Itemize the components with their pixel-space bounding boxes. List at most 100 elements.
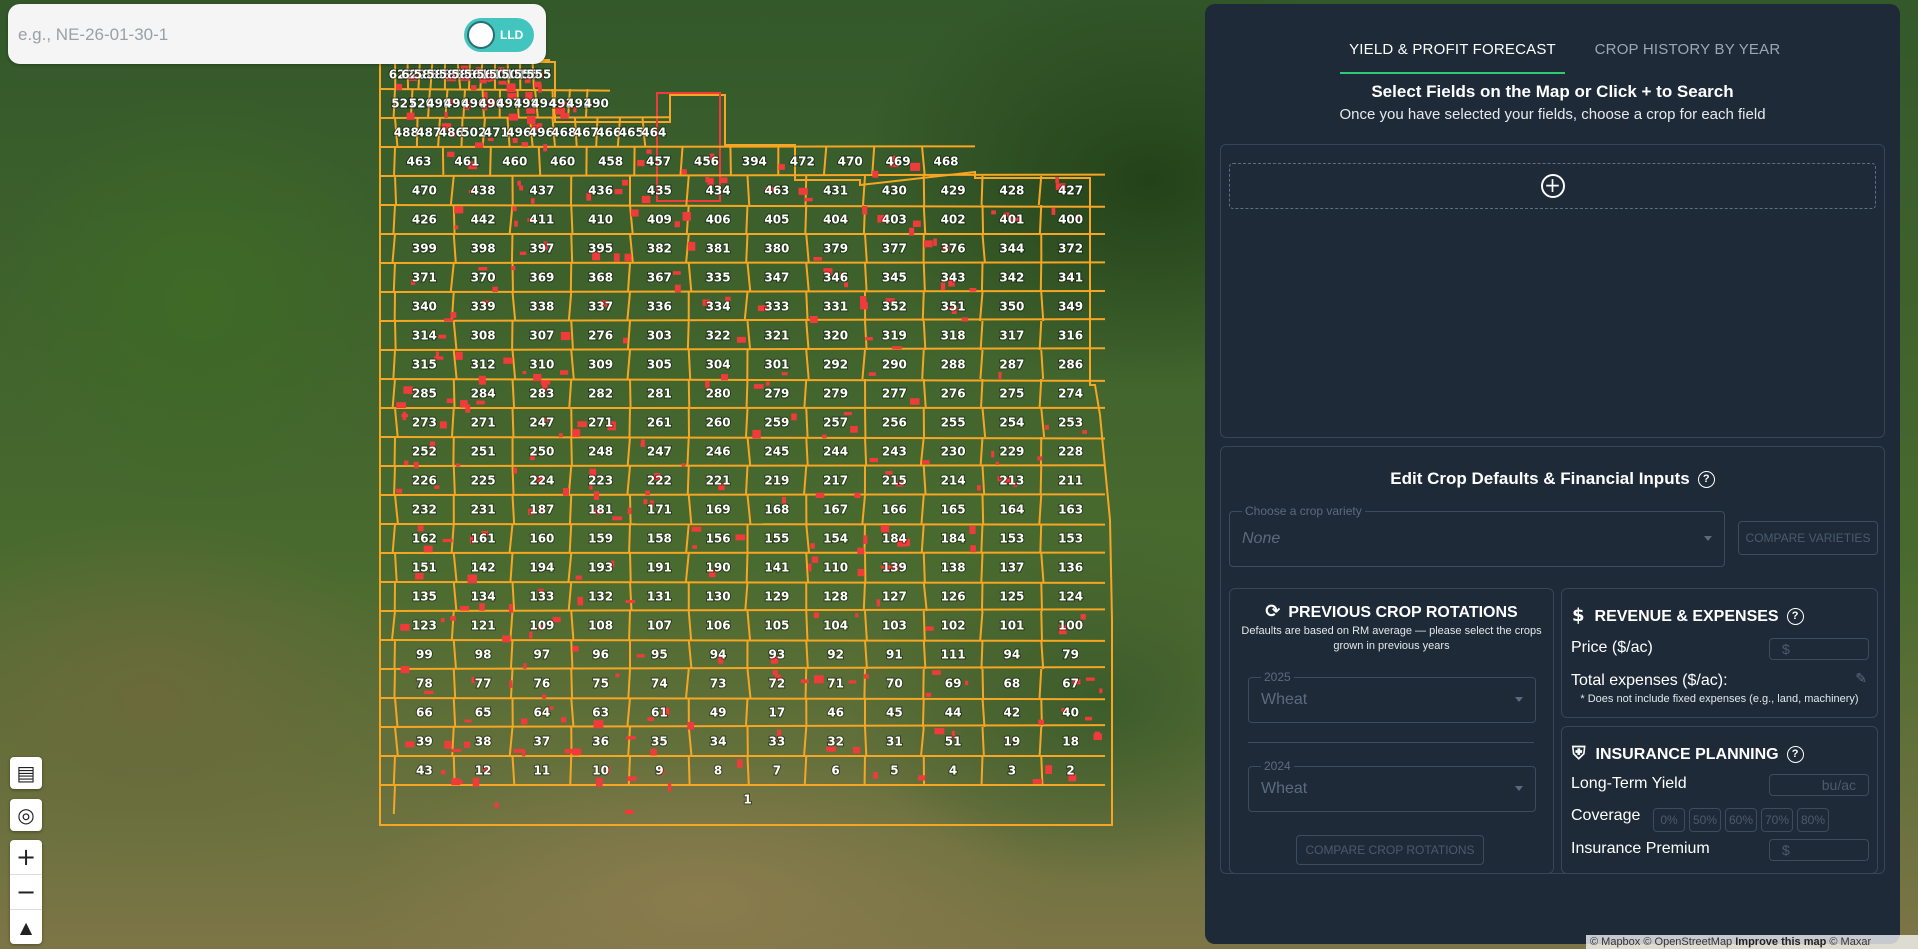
rm-number-label[interactable]: 555 <box>525 67 552 83</box>
rotation-2025-select[interactable]: 2025 Wheat <box>1248 670 1536 723</box>
mapbox-attribution[interactable]: © Mapbox <box>1590 936 1640 948</box>
rm-number-label[interactable]: 94 <box>709 647 728 663</box>
rm-number-label[interactable]: 92 <box>826 647 845 663</box>
rm-number-label[interactable]: 77 <box>474 676 493 692</box>
rm-number-label[interactable]: 427 <box>1057 183 1084 199</box>
rm-number-label[interactable]: 322 <box>705 328 732 344</box>
rm-number-label[interactable]: 131 <box>646 589 673 605</box>
rm-number-label[interactable]: 103 <box>881 618 908 634</box>
rm-number-label[interactable]: 290 <box>881 357 908 373</box>
rm-number-label[interactable]: 380 <box>763 241 790 257</box>
rm-number-label[interactable]: 160 <box>528 531 555 547</box>
rm-number-label[interactable]: 251 <box>470 444 497 460</box>
rm-number-label[interactable]: 292 <box>822 357 849 373</box>
rm-number-label[interactable]: 10 <box>591 763 610 779</box>
rm-number-label[interactable]: 67 <box>1061 676 1080 692</box>
rm-number-label[interactable]: 487 <box>415 125 442 141</box>
rm-number-label[interactable]: 232 <box>411 502 438 518</box>
lld-toggle[interactable]: LLD <box>464 18 534 52</box>
rm-number-label[interactable]: 42 <box>1003 705 1022 721</box>
rm-number-label[interactable]: 471 <box>483 125 510 141</box>
rm-number-label[interactable]: 18 <box>1061 734 1080 750</box>
rm-number-label[interactable]: 95 <box>650 647 669 663</box>
rm-number-label[interactable]: 305 <box>646 357 673 373</box>
rm-number-label[interactable]: 224 <box>528 473 555 489</box>
rm-number-label[interactable]: 397 <box>528 241 555 257</box>
rm-number-label[interactable]: 347 <box>763 270 790 286</box>
rm-number-label[interactable]: 61 <box>650 705 669 721</box>
rm-number-label[interactable]: 156 <box>705 531 732 547</box>
rm-number-label[interactable]: 288 <box>940 357 967 373</box>
rm-number-label[interactable]: 376 <box>940 241 967 257</box>
rm-number-label[interactable]: 470 <box>837 154 864 170</box>
rm-number-label[interactable]: 334 <box>705 299 732 315</box>
rm-number-label[interactable]: 285 <box>411 386 438 402</box>
rm-number-label[interactable]: 254 <box>998 415 1025 431</box>
rm-number-label[interactable]: 377 <box>881 241 908 257</box>
rm-number-label[interactable]: 458 <box>597 154 624 170</box>
rm-number-label[interactable]: 37 <box>533 734 552 750</box>
rm-number-label[interactable]: 286 <box>1057 357 1084 373</box>
rm-number-label[interactable]: 161 <box>470 531 497 547</box>
rm-number-label[interactable]: 129 <box>763 589 790 605</box>
rm-number-label[interactable]: 401 <box>998 212 1025 228</box>
locate-button[interactable]: ◎ <box>10 799 42 831</box>
rm-number-label[interactable]: 316 <box>1057 328 1084 344</box>
rm-number-label[interactable]: 247 <box>646 444 673 460</box>
rm-number-label[interactable]: 190 <box>705 560 732 576</box>
rm-number-label[interactable]: 226 <box>411 473 438 489</box>
rm-number-label[interactable]: 184 <box>940 531 967 547</box>
rm-number-label[interactable]: 367 <box>646 270 673 286</box>
rm-number-label[interactable]: 132 <box>587 589 614 605</box>
rm-number-label[interactable]: 411 <box>528 212 555 228</box>
rm-number-label[interactable]: 153 <box>998 531 1025 547</box>
rm-number-label[interactable]: 352 <box>881 299 908 315</box>
rm-number-label[interactable]: 468 <box>550 125 577 141</box>
rm-number-label[interactable]: 426 <box>411 212 438 228</box>
layers-button[interactable]: ▤ <box>10 757 42 789</box>
rm-number-label[interactable]: 38 <box>474 734 493 750</box>
rm-number-label[interactable]: 123 <box>411 618 438 634</box>
rm-number-label[interactable]: 98 <box>474 647 493 663</box>
tab-yield-profit-forecast[interactable]: YIELD & PROFIT FORECAST <box>1340 32 1565 74</box>
rm-number-label[interactable]: 181 <box>587 502 614 518</box>
rm-number-label[interactable]: 368 <box>587 270 614 286</box>
rm-number-label[interactable]: 74 <box>650 676 669 692</box>
rm-number-label[interactable]: 51 <box>944 734 963 750</box>
rm-number-label[interactable]: 142 <box>470 560 497 576</box>
rm-number-label[interactable]: 436 <box>587 183 614 199</box>
rm-number-label[interactable]: 429 <box>940 183 967 199</box>
rm-number-label[interactable]: 97 <box>533 647 552 663</box>
rm-number-label[interactable]: 101 <box>998 618 1025 634</box>
rm-number-label[interactable]: 434 <box>705 183 732 199</box>
rm-number-label[interactable]: 339 <box>470 299 497 315</box>
rm-number-label[interactable]: 130 <box>705 589 732 605</box>
rm-number-label[interactable]: 19 <box>1003 734 1022 750</box>
rm-number-label[interactable]: 379 <box>822 241 849 257</box>
rm-number-label[interactable]: 472 <box>789 154 816 170</box>
rm-number-label[interactable]: 467 <box>573 125 600 141</box>
rm-number-label[interactable]: 309 <box>587 357 614 373</box>
rm-number-label[interactable]: 399 <box>411 241 438 257</box>
rm-number-label[interactable]: 456 <box>693 154 720 170</box>
rm-number-label[interactable]: 468 <box>932 154 959 170</box>
rm-number-label[interactable]: 231 <box>470 502 497 518</box>
rm-number-label[interactable]: 69 <box>944 676 963 692</box>
rm-number-label[interactable]: 259 <box>763 415 790 431</box>
compass-button[interactable]: ▲ <box>10 910 42 944</box>
rm-number-label[interactable]: 314 <box>411 328 438 344</box>
rm-number-label[interactable]: 214 <box>940 473 967 489</box>
rm-number-label[interactable]: 346 <box>822 270 849 286</box>
rm-number-label[interactable]: 164 <box>998 502 1025 518</box>
rm-number-label[interactable]: 158 <box>646 531 673 547</box>
rm-number-label[interactable]: 39 <box>415 734 434 750</box>
rm-number-label[interactable]: 108 <box>587 618 614 634</box>
rm-number-label[interactable]: 138 <box>940 560 967 576</box>
rm-number-label[interactable]: 337 <box>587 299 614 315</box>
rm-number-label[interactable]: 72 <box>768 676 787 692</box>
rm-number-label[interactable]: 428 <box>998 183 1025 199</box>
coverage-option[interactable]: 70% <box>1761 808 1793 832</box>
rm-number-label[interactable]: 65 <box>474 705 493 721</box>
crop-variety-select[interactable]: Choose a crop variety None <box>1229 504 1725 567</box>
rm-number-label[interactable]: 248 <box>587 444 614 460</box>
